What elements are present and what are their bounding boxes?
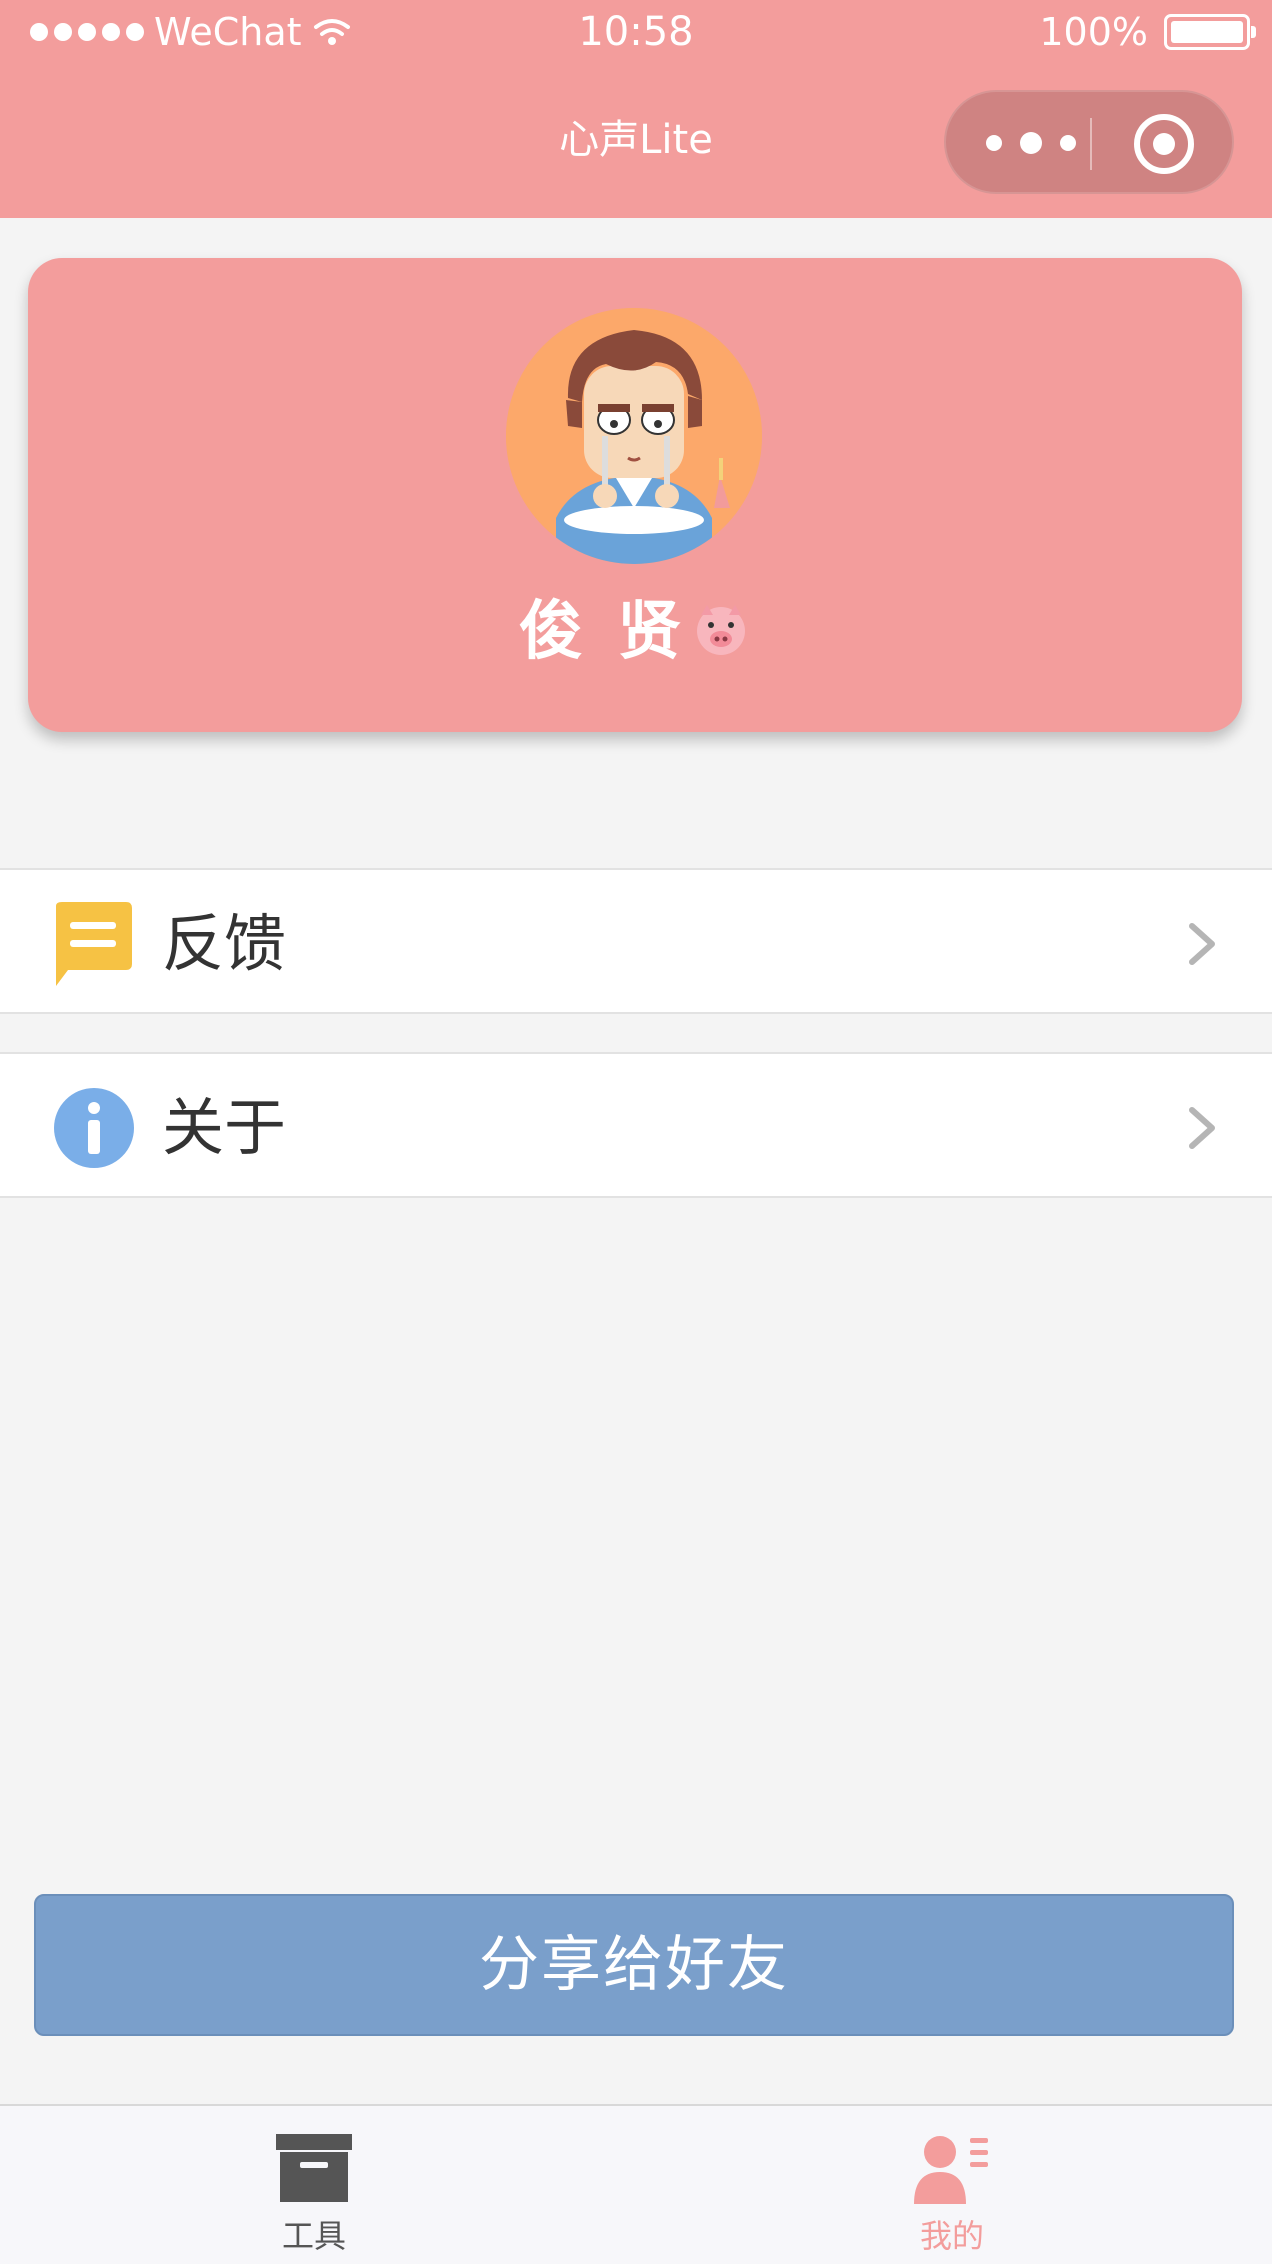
tab-tools[interactable]: 工具 — [214, 2106, 414, 2264]
close-miniprogram-icon[interactable] — [1134, 114, 1194, 174]
avatar[interactable] — [506, 308, 762, 564]
profile-name: 俊 贤 — [28, 592, 1242, 672]
menu-item-feedback[interactable]: 反馈 — [0, 868, 1272, 1014]
profile-name-text: 俊 贤 — [518, 595, 688, 669]
top-header: WeChat 10:58 100% 心声Lite — [0, 0, 1272, 218]
info-icon — [52, 1086, 136, 1170]
feedback-icon — [52, 902, 136, 986]
bottom-tab-bar: 工具 我的 — [0, 2104, 1272, 2264]
share-to-friends-button[interactable]: 分享给好友 — [34, 1894, 1234, 2036]
capsule-divider — [1090, 118, 1092, 170]
tab-label: 我的 — [919, 2217, 984, 2255]
avatar-cartoon-icon — [506, 308, 762, 564]
battery-icon — [1164, 14, 1256, 50]
user-profile-icon — [914, 2136, 988, 2204]
status-right: 100% — [1039, 10, 1256, 54]
more-menu-icon[interactable] — [986, 128, 1076, 158]
tab-label: 工具 — [281, 2217, 346, 2255]
profile-card: 俊 贤 — [28, 258, 1242, 732]
battery-percent: 100% — [1039, 10, 1148, 54]
chevron-right-icon — [1189, 923, 1215, 965]
pig-face-icon — [697, 605, 746, 655]
menu-item-label: 关于 — [162, 1091, 287, 1164]
archive-box-icon — [276, 2134, 352, 2202]
miniprogram-capsule — [944, 90, 1234, 194]
tab-mine[interactable]: 我的 — [852, 2106, 1052, 2264]
chevron-right-icon — [1189, 1107, 1215, 1149]
menu-item-about[interactable]: 关于 — [0, 1052, 1272, 1198]
status-bar: WeChat 10:58 100% — [0, 0, 1272, 64]
menu-item-label: 反馈 — [162, 907, 287, 980]
